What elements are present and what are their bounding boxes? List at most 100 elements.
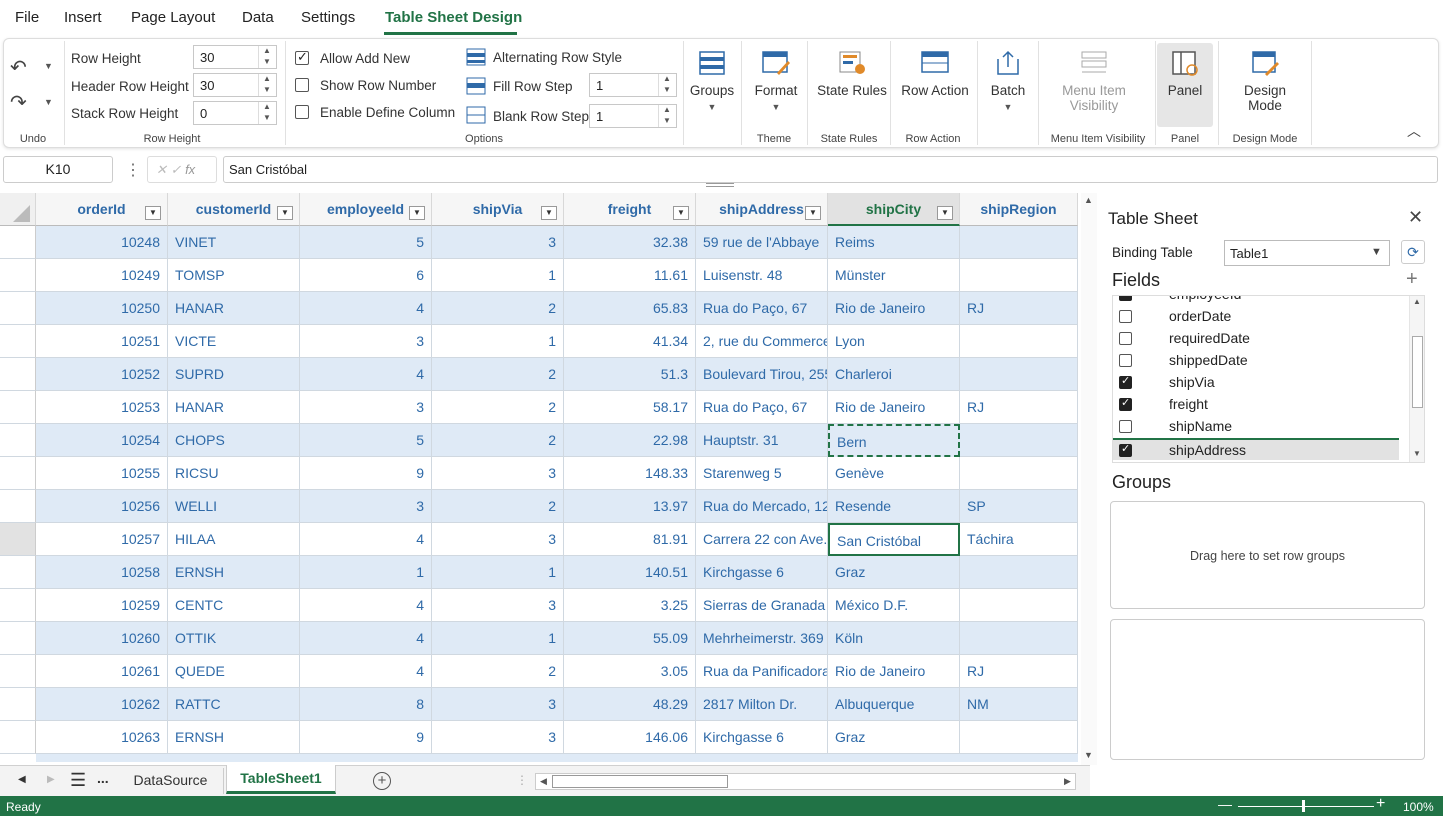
cell-customerId[interactable]: TOMSP (168, 259, 300, 292)
cell-customerId[interactable]: HANAR (168, 391, 300, 424)
refresh-icon[interactable]: ⟳ (1401, 240, 1425, 264)
cell-employeeId[interactable]: 4 (300, 292, 432, 325)
cell-employeeId[interactable]: 4 (300, 622, 432, 655)
cell-orderId[interactable]: 10263 (36, 721, 168, 754)
field-checkbox[interactable] (1119, 354, 1132, 367)
cell-freight[interactable]: 32.38 (564, 226, 696, 259)
table-row[interactable]: 10261 QUEDE 4 2 3.05 Rua da Panificadora Rio d… (0, 655, 1078, 688)
cell-customerId[interactable]: QUEDE (168, 655, 300, 688)
row-groups-dropzone[interactable]: Drag here to set row groups (1110, 501, 1425, 609)
horizontal-scrollbar[interactable]: ◀ ▶ (535, 773, 1076, 790)
field-checkbox[interactable] (1119, 420, 1132, 433)
cell-employeeId[interactable]: 3 (300, 325, 432, 358)
menu-data[interactable]: Data (242, 9, 274, 26)
cell-shipVia[interactable]: 2 (432, 490, 564, 523)
row-header[interactable] (0, 325, 36, 358)
cell-shipRegion[interactable] (960, 457, 1078, 490)
design-mode-button[interactable]: Design Mode (1224, 49, 1306, 113)
fields-list[interactable]: employeeId orderDate requiredDate shippedDa… (1112, 295, 1425, 463)
cell-employeeId[interactable]: 4 (300, 523, 432, 556)
fields-scroll-thumb[interactable] (1412, 336, 1423, 408)
cell-shipAddress[interactable]: Mehrheimerstr. 369 (696, 622, 828, 655)
row-height-spinner[interactable] (258, 46, 276, 68)
formula-input[interactable]: San Cristóbal (223, 156, 1438, 183)
cell-orderId[interactable]: 10255 (36, 457, 168, 490)
redo-dropdown-icon[interactable]: ▼ (44, 97, 53, 107)
panel-button[interactable]: Panel (1157, 49, 1213, 98)
redo-icon[interactable]: ↷ (10, 90, 27, 115)
cell-shipVia[interactable]: 2 (432, 391, 564, 424)
state-rules-button[interactable]: State Rules (812, 49, 892, 98)
cell-orderId[interactable]: 10262 (36, 688, 168, 721)
cell-shipCity[interactable]: Reims (828, 226, 960, 259)
column-header-shipRegion[interactable]: shipRegion (960, 193, 1078, 226)
row-header[interactable] (0, 457, 36, 490)
table-row[interactable]: 10256 WELLI 3 2 13.97 Rua do Mercado, 12 Resen… (0, 490, 1078, 523)
scroll-down-icon[interactable]: ▼ (1084, 750, 1093, 760)
format-button[interactable]: Format ▼ (748, 49, 804, 113)
cell-freight[interactable]: 48.29 (564, 688, 696, 721)
cell-shipCity[interactable]: Genève (828, 457, 960, 490)
filter-dropdown-icon[interactable] (541, 206, 557, 220)
cell-shipCity[interactable]: Graz (828, 556, 960, 589)
cell-shipRegion[interactable]: SP (960, 490, 1078, 523)
row-header[interactable] (0, 358, 36, 391)
cell-shipAddress[interactable]: Sierras de Granada (696, 589, 828, 622)
row-header[interactable] (0, 523, 36, 556)
binding-table-select[interactable]: Table1 ▼ (1224, 240, 1390, 266)
column-header-orderId[interactable]: orderId (36, 193, 168, 226)
field-item[interactable]: shipVia (1113, 372, 1399, 394)
cell-shipAddress[interactable]: Kirchgasse 6 (696, 556, 828, 589)
cell-customerId[interactable]: SUPRD (168, 358, 300, 391)
field-item[interactable]: shippedDate (1113, 350, 1399, 372)
field-checkbox[interactable] (1119, 296, 1132, 301)
header-row-height-input[interactable]: 30 (193, 73, 277, 97)
cell-shipRegion[interactable] (960, 325, 1078, 358)
cell-shipAddress[interactable]: 2817 Milton Dr. (696, 688, 828, 721)
add-icon[interactable]: + (1406, 268, 1418, 291)
horizontal-scroll-thumb[interactable] (552, 775, 728, 788)
cell-freight[interactable]: 140.51 (564, 556, 696, 589)
cell-shipCity[interactable]: Bern (828, 424, 960, 457)
cell-orderId[interactable]: 10248 (36, 226, 168, 259)
cell-shipCity[interactable]: Graz (828, 721, 960, 754)
column-header-shipVia[interactable]: shipVia (432, 193, 564, 226)
cell-customerId[interactable]: HANAR (168, 292, 300, 325)
table-row[interactable]: 10258 ERNSH 1 1 140.51 Kirchgasse 6 Graz (0, 556, 1078, 589)
cell-shipAddress[interactable]: Starenweg 5 (696, 457, 828, 490)
name-box[interactable]: K10 (3, 156, 113, 183)
enable-define-column-checkbox[interactable] (295, 105, 309, 119)
alternating-row-style-icon[interactable] (466, 48, 486, 66)
cell-freight[interactable]: 41.34 (564, 325, 696, 358)
row-header[interactable] (0, 721, 36, 754)
row-header[interactable] (0, 655, 36, 688)
groups-button[interactable]: Groups ▼ (688, 49, 736, 113)
cell-shipVia[interactable]: 1 (432, 259, 564, 292)
table-row[interactable]: 10255 RICSU 9 3 148.33 Starenweg 5 Genève (0, 457, 1078, 490)
show-row-number-checkbox[interactable] (295, 78, 309, 92)
cell-shipCity[interactable]: San Cristóbal (828, 523, 960, 556)
cell-shipRegion[interactable] (960, 424, 1078, 457)
field-item[interactable]: freight (1113, 394, 1399, 416)
tab-datasource[interactable]: DataSource (118, 768, 224, 794)
field-checkbox[interactable] (1119, 442, 1132, 457)
cell-customerId[interactable]: ERNSH (168, 556, 300, 589)
cell-customerId[interactable]: ERNSH (168, 721, 300, 754)
cell-shipVia[interactable]: 2 (432, 424, 564, 457)
cell-customerId[interactable]: CENTC (168, 589, 300, 622)
column-header-employeeId[interactable]: employeeId (300, 193, 432, 226)
row-header[interactable] (0, 424, 36, 457)
row-header[interactable] (0, 490, 36, 523)
cell-shipVia[interactable]: 3 (432, 457, 564, 490)
cell-customerId[interactable]: WELLI (168, 490, 300, 523)
cell-shipRegion[interactable]: RJ (960, 655, 1078, 688)
cell-orderId[interactable]: 10259 (36, 589, 168, 622)
cell-shipAddress[interactable]: Rua do Paço, 67 (696, 391, 828, 424)
zoom-slider[interactable] (1238, 806, 1374, 807)
table-row[interactable]: 10250 HANAR 4 2 65.83 Rua do Paço, 67 Rio de J… (0, 292, 1078, 325)
column-header-customerId[interactable]: customerId (168, 193, 300, 226)
cell-employeeId[interactable]: 5 (300, 424, 432, 457)
cell-shipCity[interactable]: Resende (828, 490, 960, 523)
cell-freight[interactable]: 13.97 (564, 490, 696, 523)
cell-shipCity[interactable]: Rio de Janeiro (828, 655, 960, 688)
